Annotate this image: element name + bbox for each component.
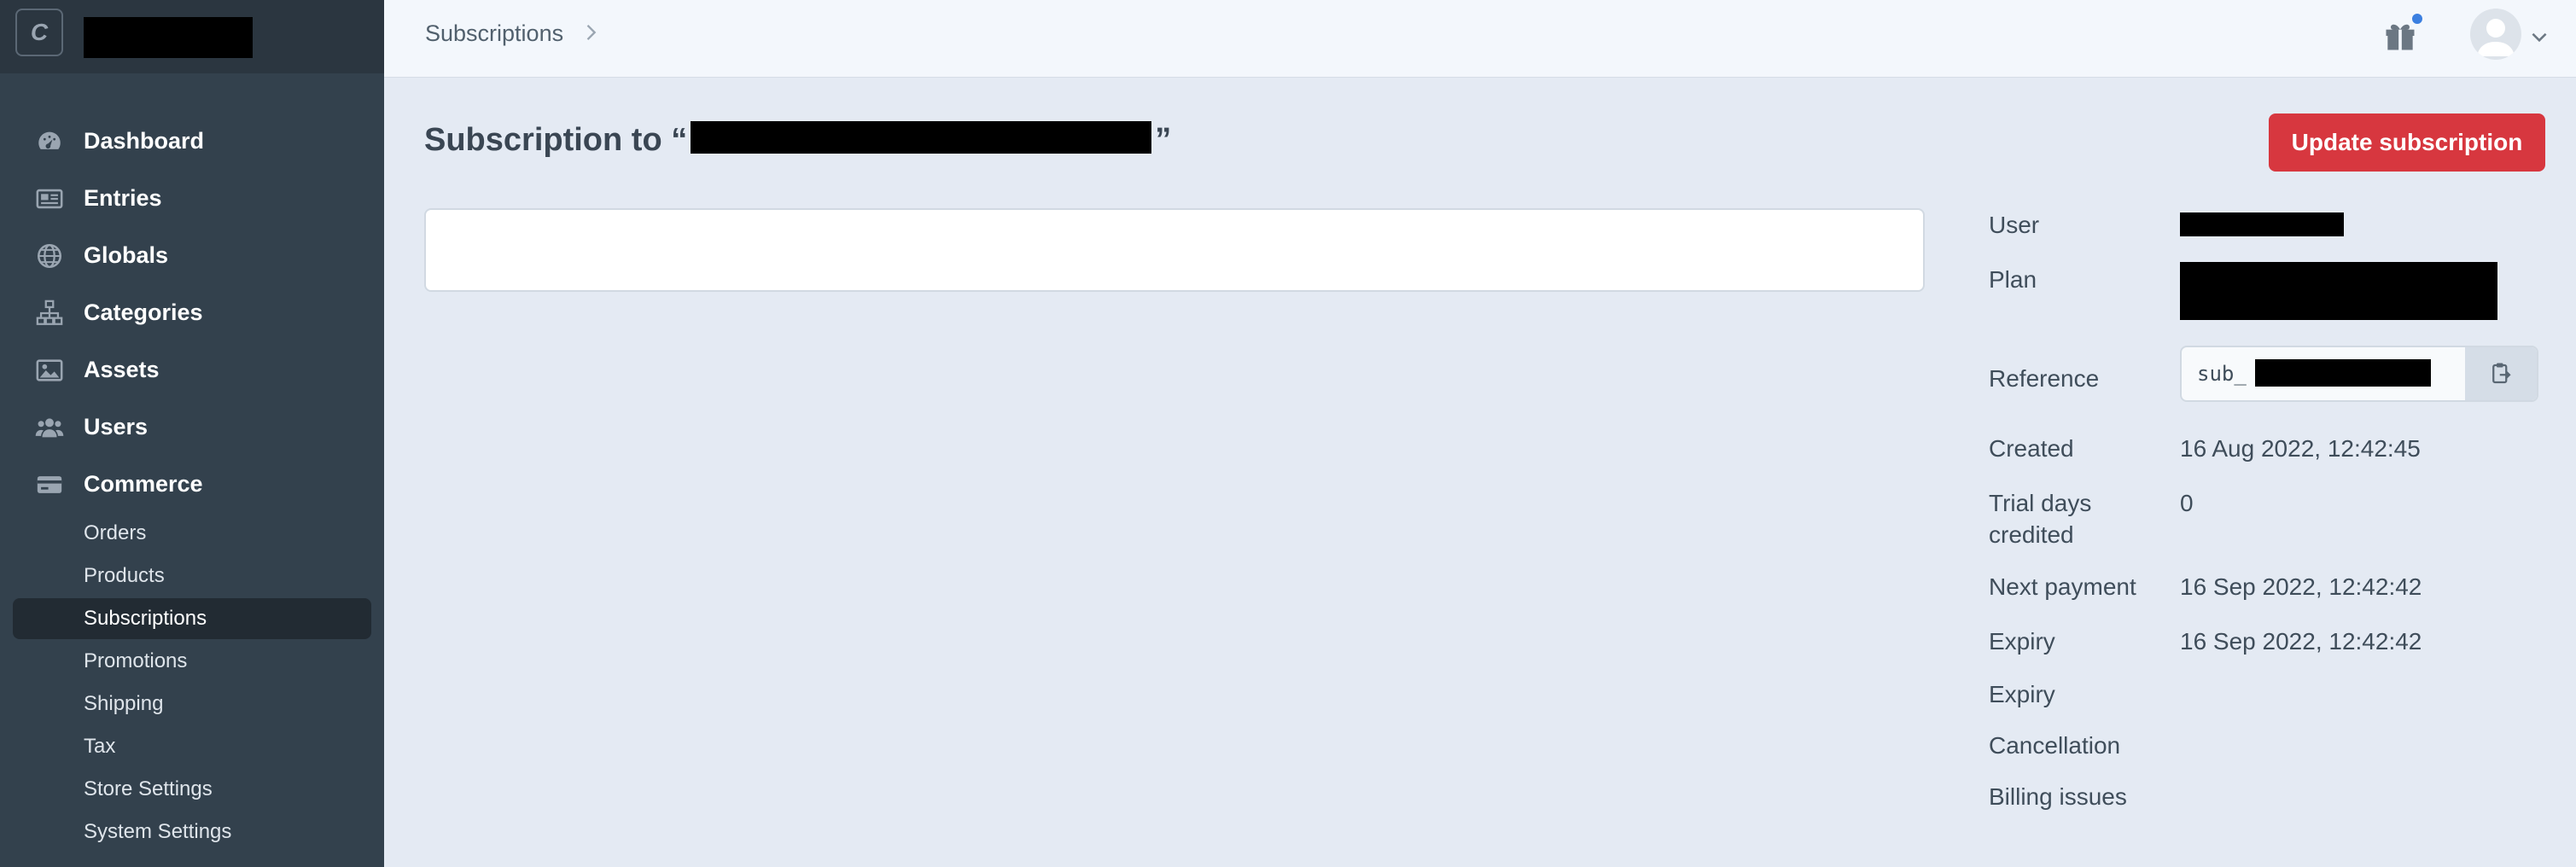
image-icon <box>34 355 65 386</box>
trial-value: 0 <box>2180 490 2194 516</box>
nav-item-categories[interactable]: Categories <box>0 284 384 341</box>
subnav-item-tax[interactable]: Tax <box>0 725 384 768</box>
meta-label: Trial days credited <box>1989 490 2092 548</box>
reference-field[interactable]: sub_ <box>2180 346 2538 402</box>
nav-item-globals[interactable]: Globals <box>0 227 384 284</box>
chevron-down-icon[interactable] <box>2528 26 2550 48</box>
plan-value-redacted[interactable] <box>2180 262 2497 320</box>
nav-label-commerce: Commerce <box>84 471 203 497</box>
entries-icon <box>34 183 65 214</box>
breadcrumb-subscriptions[interactable]: Subscriptions <box>425 20 563 47</box>
expiry-value: 16 Sep 2022, 12:42:42 <box>2180 628 2422 655</box>
clipboard-icon <box>2492 363 2511 384</box>
top-bar: Subscriptions <box>384 0 2576 78</box>
nav-item-entries[interactable]: Entries <box>0 170 384 227</box>
meta-label: Cancellation <box>1989 732 2121 759</box>
reference-prefix: sub_ <box>2197 362 2247 386</box>
subnav-item-system-settings[interactable]: System Settings <box>0 811 384 853</box>
title-redacted <box>691 121 1152 154</box>
nav-label-globals: Globals <box>84 242 169 268</box>
subnav-item-shipping[interactable]: Shipping <box>0 683 384 725</box>
meta-label: Created <box>1989 435 2074 462</box>
sidebar: C Dashboard Entries Globals Categories A… <box>0 0 384 867</box>
nav-label-assets: Assets <box>84 357 160 382</box>
subnav-label: Products <box>84 564 165 587</box>
main-nav: Dashboard Entries Globals Categories Ass… <box>0 113 384 513</box>
notification-dot <box>2412 14 2422 24</box>
nav-label-users: Users <box>84 414 149 439</box>
user-avatar-icon[interactable] <box>2470 9 2521 60</box>
subnav-item-subscriptions[interactable]: Subscriptions <box>13 598 371 639</box>
nav-item-assets[interactable]: Assets <box>0 341 384 399</box>
nav-item-dashboard[interactable]: Dashboard <box>0 113 384 170</box>
meta-label: Next payment <box>1989 573 2136 600</box>
meta-label: User <box>1989 212 2040 238</box>
subnav-item-promotions[interactable]: Promotions <box>0 640 384 683</box>
categories-tree-icon <box>34 298 65 329</box>
subnav-item-store-settings[interactable]: Store Settings <box>0 768 384 811</box>
commerce-subnav: Orders Products Subscriptions Promotions… <box>0 512 384 853</box>
meta-label: Expiry <box>1989 681 2055 707</box>
subnav-label: Store Settings <box>84 777 213 800</box>
reference-redacted <box>2255 359 2431 387</box>
subnav-label: Orders <box>84 521 147 544</box>
meta-label: Expiry <box>1989 628 2055 655</box>
subnav-label: System Settings <box>84 820 232 843</box>
site-logo[interactable]: C <box>15 9 63 56</box>
nav-item-commerce[interactable]: Commerce <box>0 456 384 513</box>
subnav-label: Subscriptions <box>84 607 207 630</box>
globe-icon <box>34 241 65 271</box>
meta-label: Reference <box>1989 365 2100 392</box>
site-name-redacted[interactable] <box>84 17 253 58</box>
next-payment-value: 16 Sep 2022, 12:42:42 <box>2180 573 2422 600</box>
created-value: 16 Aug 2022, 12:42:45 <box>2180 435 2421 462</box>
subnav-label: Tax <box>84 735 116 758</box>
copy-reference-button[interactable] <box>2465 347 2537 400</box>
chevron-right-icon <box>586 25 597 40</box>
nav-item-users[interactable]: Users <box>0 399 384 456</box>
nav-label-entries: Entries <box>84 185 162 211</box>
meta-label: Billing issues <box>1989 783 2127 810</box>
page-title: Subscription to “ ” <box>424 121 1171 159</box>
nav-label-categories: Categories <box>84 300 203 325</box>
update-subscription-button[interactable]: Update subscription <box>2269 113 2545 172</box>
user-value-redacted[interactable] <box>2180 212 2344 236</box>
subnav-item-products[interactable]: Products <box>0 555 384 597</box>
meta-label: Plan <box>1989 266 2037 293</box>
users-icon <box>34 412 65 443</box>
subnav-label: Shipping <box>84 692 164 715</box>
subnav-label: Promotions <box>84 649 188 672</box>
sidebar-header: C <box>0 0 384 73</box>
nav-label-dashboard: Dashboard <box>84 128 205 154</box>
dashboard-gauge-icon <box>34 126 65 157</box>
content-card <box>424 208 1925 292</box>
credit-card-icon <box>34 469 65 500</box>
page-title-prefix: Subscription to “ <box>424 122 688 158</box>
subnav-item-orders[interactable]: Orders <box>0 512 384 555</box>
page-title-suffix: ” <box>1155 122 1172 158</box>
